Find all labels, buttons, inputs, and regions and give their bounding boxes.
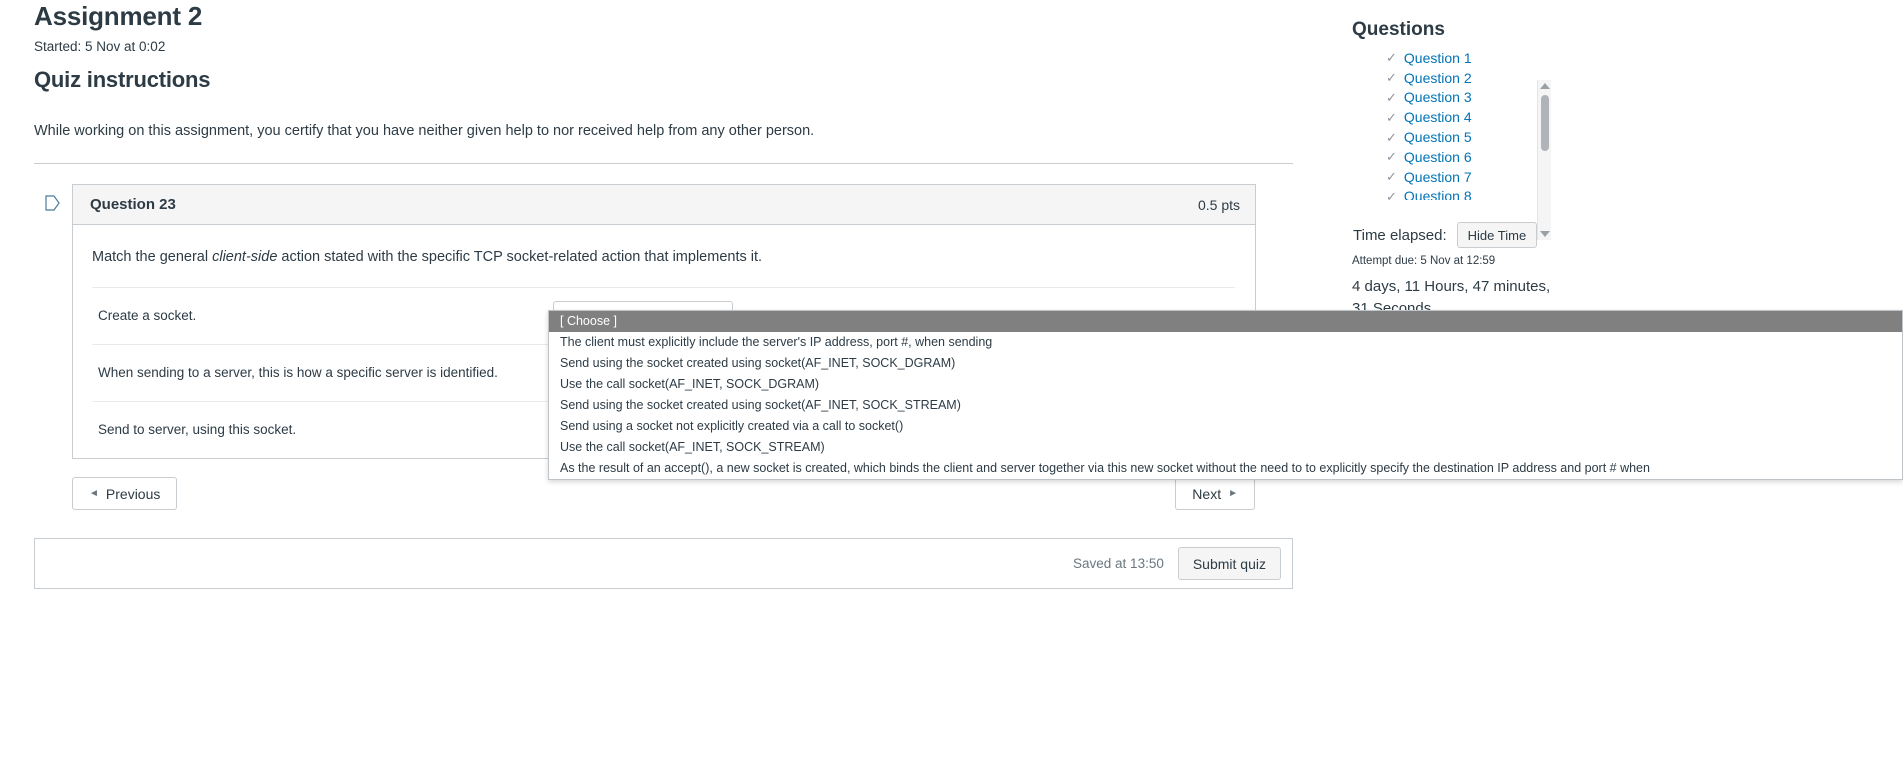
sidebar-item-label[interactable]: Question 4: [1404, 109, 1472, 125]
sidebar-item-question-1[interactable]: ✓ Question 1: [1386, 48, 1552, 68]
sidebar-item-label[interactable]: Question 8: [1404, 188, 1472, 200]
time-elapsed-row: Time elapsed: Hide Time: [1352, 222, 1903, 248]
check-icon: ✓: [1386, 129, 1397, 145]
question-name: Question 23: [90, 196, 176, 213]
chevron-right-icon: ►: [1228, 488, 1238, 499]
question-header: Question 23 0.5 pts: [73, 185, 1255, 225]
submit-bar: Saved at 13:50 Submit quiz: [34, 538, 1293, 589]
sidebar-item-question-7[interactable]: ✓ Question 7: [1386, 167, 1552, 187]
dropdown-option[interactable]: As the result of an accept(), a new sock…: [549, 458, 1902, 479]
caret-up-icon[interactable]: [1540, 83, 1550, 89]
previous-button[interactable]: ◄ Previous: [72, 477, 178, 510]
check-icon: ✓: [1386, 50, 1397, 66]
sidebar-item-question-8[interactable]: ✓ Question 8: [1386, 187, 1552, 200]
match-select-0-options-list[interactable]: [ Choose ] The client must explicitly in…: [548, 310, 1903, 480]
saved-status: Saved at 13:50: [1073, 556, 1164, 571]
question-prompt-emphasis: client-side: [212, 249, 278, 265]
check-icon: ✓: [1386, 149, 1397, 165]
dropdown-option[interactable]: Send using a socket not explicitly creat…: [549, 416, 1902, 437]
previous-button-label: Previous: [105, 485, 161, 502]
match-prompt-label: Send to server, using this socket.: [98, 422, 297, 437]
next-button[interactable]: Next ►: [1175, 477, 1255, 510]
next-button-label: Next: [1192, 485, 1222, 502]
question-prompt-part1: Match the general: [92, 249, 213, 265]
dropdown-option[interactable]: Send using the socket created using sock…: [549, 353, 1902, 374]
flag-outline-icon[interactable]: [45, 195, 60, 211]
time-elapsed-label: Time elapsed:: [1353, 226, 1447, 244]
question-prompt: Match the general client-side action sta…: [92, 247, 1235, 267]
question-navigation: ◄ Previous Next ►: [72, 477, 1255, 510]
check-icon: ✓: [1386, 188, 1397, 200]
check-icon: ✓: [1386, 169, 1397, 185]
sidebar-item-question-2[interactable]: ✓ Question 2: [1386, 68, 1552, 88]
sidebar-item-question-4[interactable]: ✓ Question 4: [1386, 107, 1552, 127]
scrollbar-thumb[interactable]: [1541, 95, 1549, 151]
chevron-left-icon: ◄: [89, 488, 99, 499]
match-prompt-label: Create a socket.: [98, 308, 197, 323]
sidebar-item-label[interactable]: Question 2: [1404, 70, 1472, 86]
sidebar-item-label[interactable]: Question 7: [1404, 169, 1472, 185]
sidebar-item-label[interactable]: Question 6: [1404, 149, 1472, 165]
attempt-due-label: Attempt due: 5 Nov at 12:59: [1352, 255, 1496, 267]
sidebar-item-label[interactable]: Question 1: [1404, 50, 1472, 66]
question-list-wrapper: ✓ Question 1 ✓ Question 2 ✓ Question 3 ✓…: [1352, 48, 1552, 240]
sidebar-item-question-6[interactable]: ✓ Question 6: [1386, 147, 1552, 167]
question-prompt-part2: action stated with the specific TCP sock…: [277, 249, 763, 265]
match-prompt-label: When sending to a server, this is how a …: [98, 365, 498, 380]
question-list-scrollbar[interactable]: [1537, 80, 1551, 240]
dropdown-option[interactable]: The client must explicitly include the s…: [549, 332, 1902, 353]
check-icon: ✓: [1386, 89, 1397, 105]
check-icon: ✓: [1386, 70, 1397, 86]
dropdown-option[interactable]: [ Choose ]: [549, 311, 1902, 332]
header-divider: [34, 163, 1293, 164]
sidebar-item-label[interactable]: Question 5: [1404, 129, 1472, 145]
quiz-instructions-heading: Quiz instructions: [34, 67, 211, 92]
page-title: Assignment 2: [34, 1, 203, 31]
quiz-instructions-text: While working on this assignment, you ce…: [34, 123, 815, 139]
quiz-started-label: Started: 5 Nov at 0:02: [34, 39, 166, 54]
question-list: ✓ Question 1 ✓ Question 2 ✓ Question 3 ✓…: [1352, 48, 1552, 200]
sidebar-item-question-5[interactable]: ✓ Question 5: [1386, 127, 1552, 147]
dropdown-option[interactable]: Use the call socket(AF_INET, SOCK_STREAM…: [549, 437, 1902, 458]
submit-quiz-button[interactable]: Submit quiz: [1177, 547, 1281, 580]
check-icon: ✓: [1386, 109, 1397, 125]
sidebar-title: Questions: [1352, 19, 1445, 40]
dropdown-option[interactable]: Use the call socket(AF_INET, SOCK_DGRAM): [549, 374, 1902, 395]
dropdown-option[interactable]: Send using the socket created using sock…: [549, 395, 1902, 416]
question-points: 0.5 pts: [1197, 196, 1240, 213]
sidebar-item-question-3[interactable]: ✓ Question 3: [1386, 88, 1552, 108]
sidebar-item-label[interactable]: Question 3: [1404, 89, 1472, 105]
hide-time-button[interactable]: Hide Time: [1456, 222, 1538, 248]
caret-down-icon[interactable]: [1540, 231, 1550, 237]
